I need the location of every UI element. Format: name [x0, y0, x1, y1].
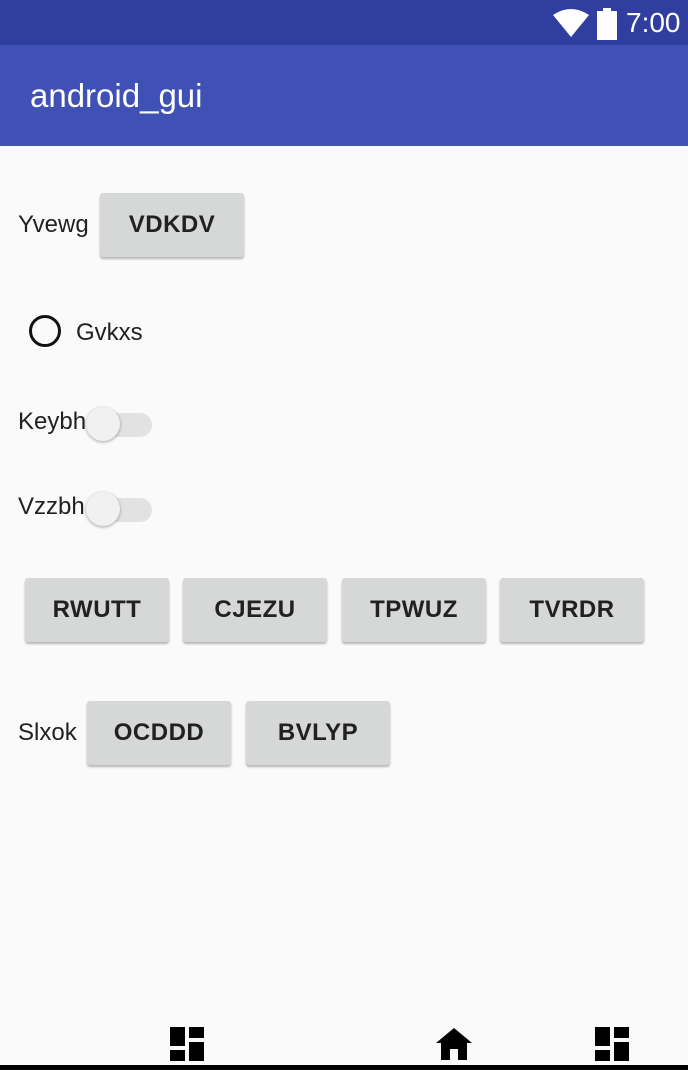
switch-thumb[interactable]	[86, 407, 120, 441]
tvrdr-button[interactable]: TVRDR	[500, 578, 644, 642]
navigation-bar	[0, 1022, 688, 1070]
wifi-icon	[553, 9, 589, 37]
vzzbh-switch[interactable]	[86, 489, 152, 526]
battery-icon	[597, 8, 617, 40]
app-title: android_gui	[30, 77, 203, 114]
switch-label-vzzbh: Vzzbh	[18, 493, 85, 520]
ocddd-button[interactable]: OCDDD	[87, 701, 231, 765]
bvlyp-button[interactable]: BVLYP	[246, 701, 390, 765]
label-yvewg: Yvewg	[18, 211, 89, 238]
status-time: 7:00	[626, 7, 681, 38]
dashboard-icon[interactable]	[595, 1027, 629, 1061]
bottom-border	[0, 1065, 688, 1070]
vdkdv-button[interactable]: VDKDV	[100, 193, 244, 257]
tpwuz-button[interactable]: TPWUZ	[342, 578, 486, 642]
radio-label[interactable]: Gvkxs	[76, 318, 143, 348]
keybh-switch[interactable]	[86, 404, 152, 441]
switch-thumb[interactable]	[86, 492, 120, 526]
rwutt-button[interactable]: RWUTT	[25, 578, 169, 642]
label-slxok: Slxok	[18, 719, 77, 746]
status-bar: 7:00	[0, 0, 688, 45]
app-bar: android_gui	[0, 45, 688, 146]
cjezu-button[interactable]: CJEZU	[183, 578, 327, 642]
switch-label-keybh: Keybh	[18, 408, 87, 435]
radio-circle[interactable]	[29, 315, 61, 347]
dashboard-icon[interactable]	[170, 1027, 204, 1061]
home-icon[interactable]	[436, 1028, 472, 1060]
